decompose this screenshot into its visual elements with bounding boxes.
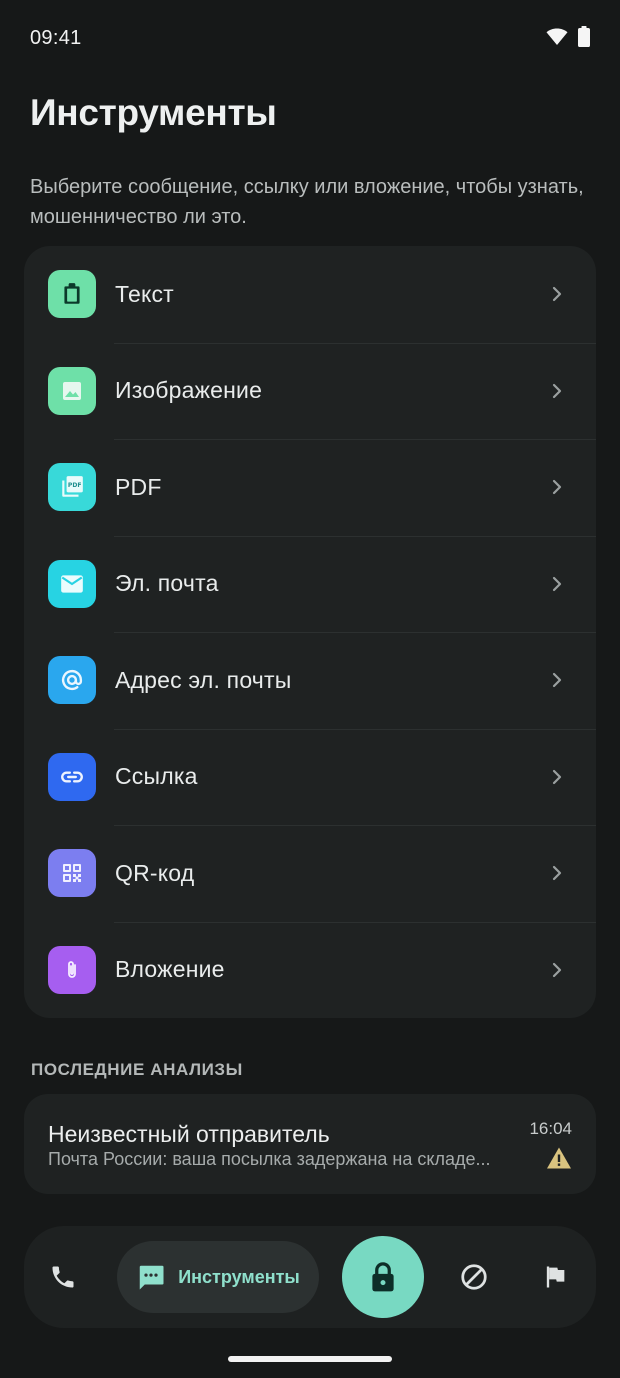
status-bar: 09:41 (0, 0, 620, 76)
tool-item-email[interactable]: Эл. почта (24, 535, 596, 633)
status-icons (546, 26, 590, 47)
chevron-right-icon (552, 383, 562, 398)
mail-icon (48, 559, 96, 608)
tool-label: Изображение (115, 377, 263, 404)
nav-protection[interactable] (342, 1236, 424, 1318)
tool-label: Вложение (115, 956, 225, 983)
nav-calls[interactable] (38, 1252, 88, 1302)
recent-section-title: ПОСЛЕДНИЕ АНАЛИЗЫ (31, 1060, 243, 1079)
pdf-icon: PDF (48, 463, 96, 512)
tool-item-image[interactable]: Изображение (24, 342, 596, 440)
tool-label: PDF (115, 473, 162, 500)
bottom-navigation: Инструменты (24, 1226, 596, 1328)
home-indicator[interactable] (228, 1356, 392, 1362)
chevron-right-icon (552, 866, 562, 881)
nav-tools[interactable]: Инструменты (117, 1241, 319, 1313)
battery-icon (578, 26, 590, 47)
tool-label: Текст (115, 280, 174, 307)
tool-item-pdf[interactable]: PDF PDF (24, 439, 596, 536)
chevron-right-icon (552, 769, 562, 784)
link-icon (48, 752, 96, 801)
recent-snippet: Почта России: ваша посылка задержана на … (48, 1149, 491, 1169)
phone-icon (52, 1266, 74, 1288)
nav-blocked[interactable] (449, 1252, 499, 1302)
page-subtitle: Выберите сообщение, ссылку или вложение,… (30, 176, 584, 228)
recent-time: 16:04 (529, 1119, 572, 1138)
flag-icon (546, 1266, 565, 1288)
tool-item-email-address[interactable]: Адрес эл. почты (24, 632, 596, 729)
chevron-right-icon (552, 287, 562, 302)
tool-item-link[interactable]: Ссылка (24, 728, 596, 826)
warning-icon (547, 1147, 571, 1169)
paperclip-icon (48, 945, 96, 994)
nav-tools-label: Инструменты (178, 1266, 300, 1287)
tools-list: Текст Изображение PDF PDF Эл. почта Адре… (24, 246, 596, 1018)
at-icon (48, 656, 96, 705)
chevron-right-icon (552, 673, 562, 688)
tool-item-text[interactable]: Текст (24, 246, 596, 343)
chevron-right-icon (552, 480, 562, 495)
nav-reports[interactable] (530, 1252, 580, 1302)
clipboard-icon (48, 270, 96, 319)
chevron-right-icon (552, 576, 562, 591)
svg-text:PDF: PDF (68, 482, 82, 489)
tool-label: Эл. почта (115, 570, 219, 597)
tool-label: Адрес эл. почты (115, 666, 292, 693)
tool-label: QR-код (115, 859, 195, 886)
tool-item-qr-code[interactable]: QR-код (24, 825, 596, 922)
tool-item-attachment[interactable]: Вложение (24, 921, 596, 1019)
block-icon (461, 1264, 487, 1290)
lock-icon (372, 1262, 394, 1292)
wifi-icon (546, 28, 568, 45)
qr-code-icon (48, 849, 96, 898)
status-time: 09:41 (30, 27, 82, 49)
message-icon (139, 1265, 164, 1290)
recent-title: Неизвестный отправитель (48, 1121, 330, 1147)
recent-analysis-item[interactable]: Неизвестный отправитель Почта России: ва… (24, 1094, 596, 1194)
tool-label: Ссылка (115, 763, 198, 790)
chevron-right-icon (552, 962, 562, 977)
page-title: Инструменты (30, 92, 277, 133)
image-icon (48, 366, 96, 415)
